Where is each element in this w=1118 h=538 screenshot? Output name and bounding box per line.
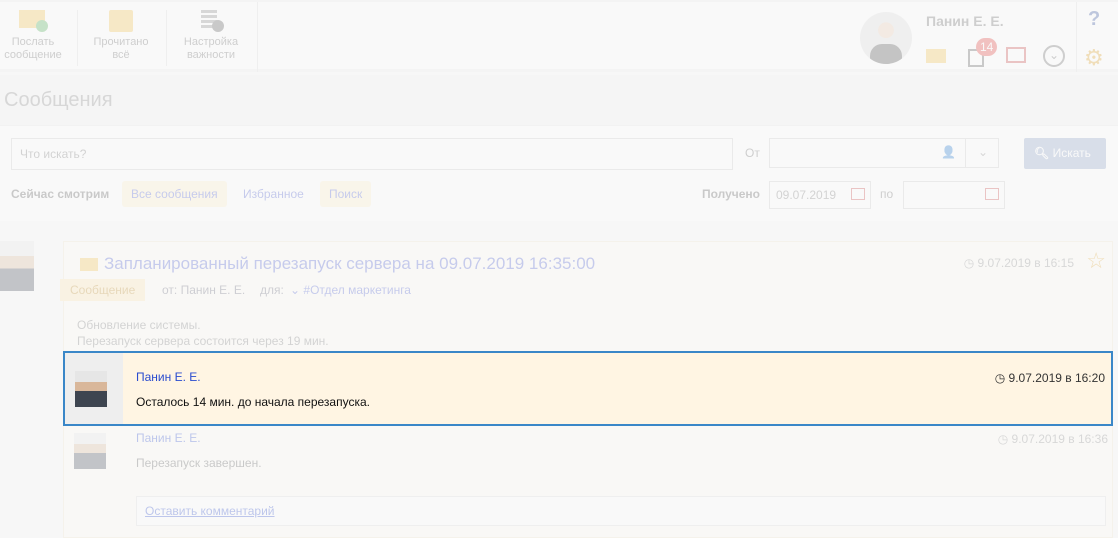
message-time-value: 9.07.2019 в 16:15 (977, 256, 1074, 270)
importance-settings-button[interactable]: Настройка важности (176, 8, 246, 62)
envelope-icon (80, 258, 98, 271)
tab-favorites[interactable]: Избранное (234, 181, 313, 207)
mail-icon[interactable] (926, 49, 946, 63)
from-label: От (745, 146, 760, 160)
search-button-label: Искать (1052, 146, 1091, 160)
mark-all-read-label: Прочитано всё (93, 36, 149, 61)
to-label: по (880, 187, 894, 201)
comment-time-value: 9.07.2019 в 16:36 (1011, 432, 1108, 446)
highlighted-comment: Панин Е. Е. ◷ 9.07.2019 в 16:20 Осталось… (63, 351, 1113, 426)
divider (166, 10, 167, 66)
toolbar: Послать сообщение Прочитано всё Настройк… (0, 0, 1118, 72)
divider (77, 10, 78, 66)
tasks-badge: 14 (976, 38, 998, 56)
divider (257, 2, 258, 72)
author-avatar[interactable] (0, 241, 34, 291)
comment-time: ◷ 9.07.2019 в 16:36 (997, 432, 1108, 446)
envelope-send-icon (19, 8, 48, 32)
now-viewing-label: Сейчас смотрим (11, 187, 110, 201)
message-from[interactable]: от: Панин Е. Е. (162, 283, 245, 297)
recipient-label: для: (260, 283, 284, 297)
clock-icon: ◷ (994, 371, 1006, 385)
calendar-icon[interactable] (851, 188, 865, 200)
star-icon[interactable]: ☆ (1086, 248, 1106, 274)
divider (1076, 2, 1077, 72)
tab-search[interactable]: Поиск (320, 181, 372, 207)
filter-panel: От 👤 ⌄ 🔍︎ Искать Сейчас смотрим Все сооб… (0, 125, 1118, 221)
message-body-line: Перезапуск сервера состоится через 19 ми… (77, 334, 329, 348)
list-gear-icon (197, 8, 225, 32)
comment-time-value: 9.07.2019 в 16:20 (1008, 371, 1105, 385)
search-button[interactable]: 🔍︎ Искать (1024, 138, 1106, 169)
send-message-button[interactable]: Послать сообщение (0, 8, 66, 62)
page-header: Сообщения (0, 75, 1118, 125)
date-from-value: 09.07.2019 (776, 188, 837, 202)
comment-avatar[interactable] (74, 433, 106, 469)
send-message-label: Послать сообщение (4, 36, 62, 61)
comment-avatar-column (65, 353, 123, 424)
received-label: Получено (702, 187, 761, 201)
importance-settings-label: Настройка важности (183, 36, 239, 61)
comment-author[interactable]: Панин Е. Е. (136, 431, 201, 445)
leave-comment-link[interactable]: Оставить комментарий (145, 504, 275, 518)
from-field[interactable]: 👤 ⌄ (769, 138, 999, 168)
leave-comment-field[interactable]: Оставить комментарий (136, 496, 1106, 526)
help-icon[interactable]: ? (1088, 8, 1100, 31)
comment-time: ◷ 9.07.2019 в 16:20 (995, 371, 1105, 385)
comment-text: Перезапуск завершен. (136, 456, 262, 470)
user-name[interactable]: Панин Е. Е. (926, 13, 1004, 29)
comment-text: Осталось 14 мин. до начала перезапуска. (136, 395, 370, 409)
page-title: Сообщения (4, 89, 113, 111)
message-title[interactable]: Запланированный перезапуск сервера на 09… (104, 254, 595, 274)
calendar-icon[interactable] (985, 188, 999, 200)
open-envelope-icon (107, 8, 135, 32)
message-body-line: Обновление системы. (77, 318, 201, 332)
message-type-badge: Сообщение (60, 279, 146, 301)
calendar-icon[interactable] (1006, 47, 1026, 63)
search-input[interactable] (11, 138, 733, 170)
message-body: Обновление системы. Перезапуск сервера с… (77, 317, 329, 349)
gear-icon[interactable]: ⚙ (1084, 45, 1104, 71)
user-avatar[interactable] (860, 12, 912, 64)
user-icon[interactable]: 👤 (941, 145, 956, 159)
comment-author[interactable]: Панин Е. Е. (136, 370, 201, 384)
chevron-down-icon[interactable]: ⌄ (1043, 45, 1065, 67)
message-time: ◷ 9.07.2019 в 16:15 (963, 256, 1074, 270)
tab-all-messages[interactable]: Все сообщения (122, 181, 227, 207)
search-icon: 🔍︎ (1034, 146, 1050, 160)
mark-all-read-button[interactable]: Прочитано всё (84, 8, 158, 62)
user-panel: Панин Е. Е. 14 ⌄ ? ⚙ (858, 2, 1118, 72)
date-from-field[interactable]: 09.07.2019 (769, 181, 871, 209)
chevron-down-icon[interactable]: ⌄ (978, 145, 988, 159)
recipient-value: #Отдел маркетинга (303, 283, 411, 297)
comment-avatar[interactable] (75, 371, 107, 407)
recipient-link[interactable]: ⌄ #Отдел маркетинга (290, 283, 411, 297)
date-to-field[interactable] (903, 181, 1005, 209)
